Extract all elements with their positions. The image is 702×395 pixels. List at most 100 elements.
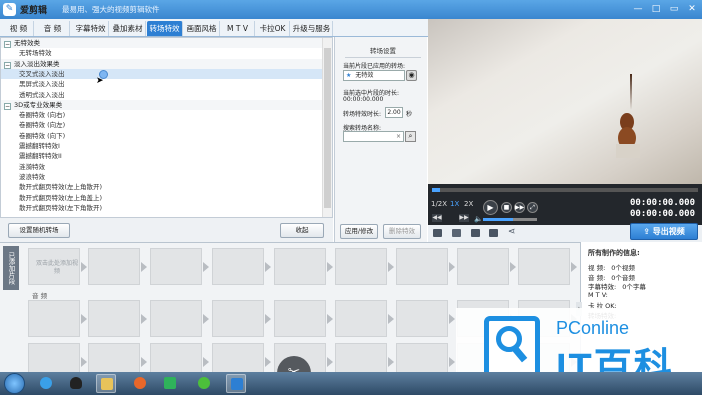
collapse-button[interactable]: 收起 [280,223,324,238]
list-item[interactable]: 卷圈特效 (向下) [1,131,322,141]
list-scroll-thumb[interactable] [324,48,331,208]
taskbar-ie-icon[interactable] [36,374,56,393]
list-item[interactable]: 交叉式淡入淡出 [1,68,322,80]
timeline-clip-slot[interactable] [212,248,264,285]
maximize-button[interactable]: ▭ [666,2,682,16]
timeline-clip-slot[interactable] [457,248,509,285]
list-item[interactable]: 卷圈特效 (向左) [1,120,322,130]
collapse-group-icon[interactable]: − [4,41,11,48]
play-preview-icon[interactable]: ◉ [406,70,417,81]
timeline-clip-slot[interactable] [88,248,140,285]
tab-audio[interactable]: 音 频 [36,21,70,36]
close-button[interactable]: ✕ [684,2,700,16]
list-group-header[interactable]: − 淡入淡出效果类 [1,58,322,69]
timeline-clip-slot[interactable] [396,300,448,337]
app-logo-icon: ✎ [3,3,16,16]
tab-transition[interactable]: 转场特效 [147,21,183,36]
add-clip-hint[interactable]: 双击此处添加视频 [35,260,79,276]
list-item-label: 散开式翻页特效(左下角散开) [19,203,103,212]
speed-half[interactable]: 1/2X [431,200,447,208]
transition-arrow-icon [81,314,87,324]
list-item[interactable]: 透明式淡入淡出 [1,90,322,100]
list-item-label: 散开式翻页特效(左上角散开) [19,183,103,192]
speed-normal[interactable]: 1X [450,200,459,208]
list-item[interactable]: 震撼翻转特效II [1,151,322,161]
list-group-header[interactable]: − 无特效类 [1,38,322,49]
taskbar-player-icon[interactable] [160,374,180,393]
timeline-clip-slot[interactable] [274,300,326,337]
list-item[interactable]: 散开式翻页特效(左下角散开) [1,203,322,213]
export-video-button[interactable]: ⇪ 导出视频 [630,223,698,240]
tab-upgrade[interactable]: 升级与服务 [291,21,333,36]
random-transition-button[interactable]: 设置随机转场 [8,223,70,238]
folder-icon[interactable] [452,229,461,237]
timeline-clip-slot[interactable] [150,300,202,337]
taskbar-360-icon[interactable] [194,374,214,393]
list-item[interactable]: 黑屏式淡入淡出 [1,79,322,89]
transition-arrow-icon [449,262,455,272]
tab-video[interactable]: 视 频 [4,21,34,36]
app-slogan: 最易用、强大的视频剪辑软件 [62,5,160,14]
list-group-header[interactable]: −3D或专业效果类 [1,99,322,111]
restore-button[interactable]: □ [648,2,664,16]
timeline-clip-slot[interactable] [335,248,387,285]
tab-subtitle[interactable]: 字幕特效 [73,21,109,36]
stop-icon[interactable]: ■ [501,202,512,213]
timeline-clip-slot[interactable] [335,300,387,337]
timeline-clip-slot[interactable] [150,248,202,285]
clear-icon[interactable]: × [396,132,401,141]
search-input[interactable]: × [343,131,404,142]
transition-arrow-icon [265,314,271,324]
collapse-group-icon[interactable]: − [4,61,11,69]
video-preview [428,19,702,184]
timeline-clip-slot[interactable] [518,248,570,285]
share-icon[interactable]: ⋖ [508,227,516,237]
delete-label: 删除特效 [389,227,415,235]
start-button-icon[interactable] [4,373,25,394]
applied-label: 当前片段已应用的转场: [343,63,406,70]
collapse-group-icon[interactable]: − [4,102,11,110]
speed-double[interactable]: 2X [464,200,473,208]
timeline-clip-slot[interactable] [212,300,264,337]
play-icon[interactable]: ▶ [483,200,498,215]
taskbar-explorer-icon[interactable] [96,374,116,393]
info-row: 字幕特效: 0个字幕 [588,281,646,291]
list-item[interactable]: 震撼翻转特效I [1,141,322,151]
list-item[interactable]: 散开式翻页特效(左上角盖上) [1,193,322,203]
transition-arrow-icon [265,262,271,272]
list-item[interactable]: 卷圈特效 (向右) [1,110,322,120]
timeline-clip-slot[interactable] [274,248,326,285]
next-frame-icon[interactable]: ▶▶ [514,202,525,213]
list-item[interactable]: 涟漪特效 [1,162,322,172]
timeline-clip-slot[interactable] [396,248,448,285]
tab-karaoke[interactable]: 卡拉OK [256,21,290,36]
taskbar-firefox-icon[interactable] [130,374,150,393]
volume-icon[interactable]: 🔈 [474,215,483,223]
tab-style[interactable]: 画面风格 [184,21,220,36]
effect-duration-input[interactable]: 2.00 [385,107,403,118]
list-item[interactable]: 波浪特效 [1,172,322,182]
search-icon[interactable]: ⌕ [405,131,416,142]
tab-overlay[interactable]: 叠加素材 [110,21,146,36]
minimize-button[interactable]: — [630,2,646,16]
tab-mtv[interactable]: M T V [221,21,255,36]
transition-settings-panel: 转场设置 当前片段已应用的转场: ★ 无特效 ◉ 当前选中片段的时长: 00:00… [334,37,427,242]
list-item[interactable]: 散开式翻页特效(左上角散开) [1,182,322,192]
fullscreen-icon[interactable]: ⤢ [527,202,538,213]
timeline-clip-slot[interactable] [88,300,140,337]
progress-track[interactable] [432,188,698,192]
list-item[interactable]: 无转场特效 [1,48,322,58]
added-clips-tab[interactable]: 已添加片段 [3,246,19,290]
delete-effect-button[interactable]: 删除特效 [383,224,421,239]
timeline-clip-slot[interactable] [28,300,80,337]
rewind-icon[interactable]: ◀◀ [432,214,442,222]
forward-icon[interactable]: ▶▶ [459,214,469,222]
save-icon[interactable] [489,229,498,237]
film-icon[interactable] [471,229,480,237]
taskbar-aijianji-icon[interactable] [226,374,246,393]
list-item-label: 卷圈特效 (向右) [19,111,66,120]
taskbar-qq-icon[interactable] [66,374,86,393]
snapshot-icon[interactable] [433,229,442,237]
apply-button[interactable]: 应用/修改 [340,224,378,239]
apply-label: 应用/修改 [344,227,374,235]
